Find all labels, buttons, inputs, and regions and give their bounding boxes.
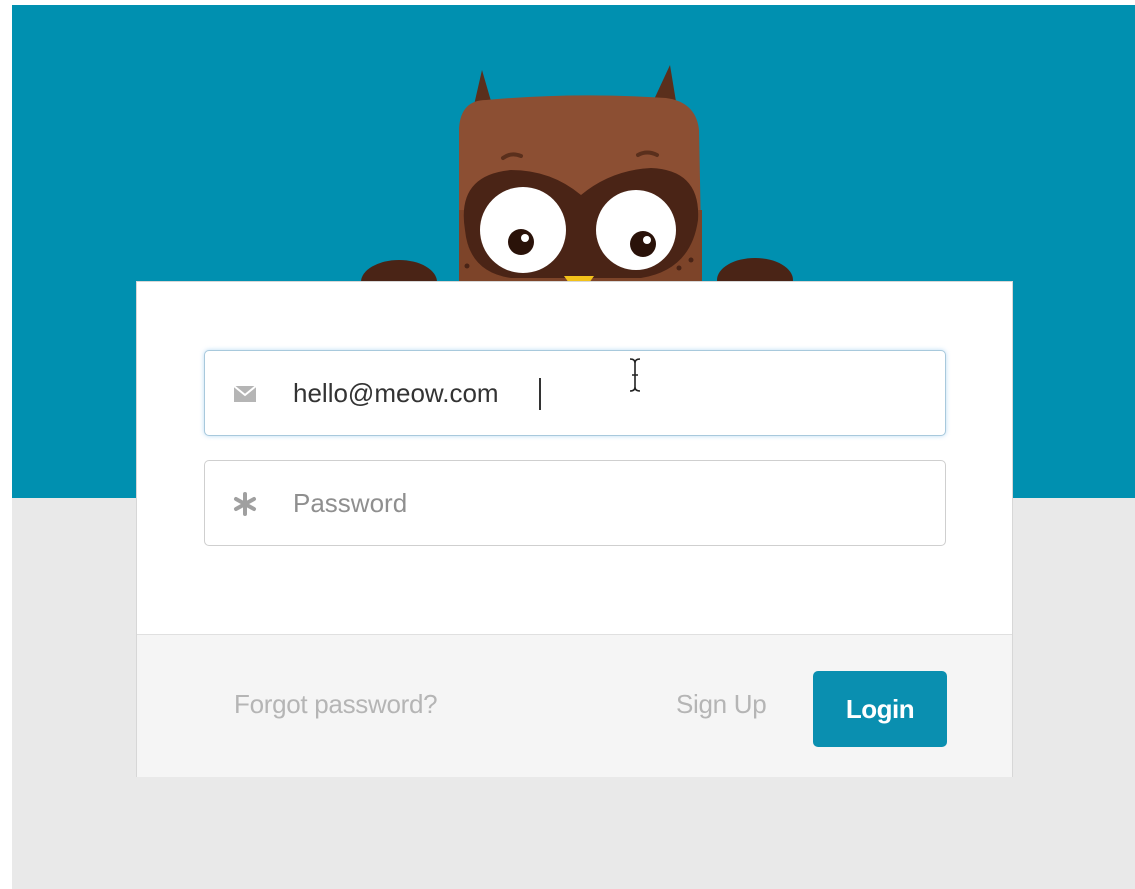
forgot-password-link[interactable]: Forgot password? [234, 689, 438, 720]
asterisk-icon [234, 492, 256, 516]
login-button[interactable]: Login [813, 671, 947, 747]
email-field[interactable] [204, 350, 946, 436]
text-caret [539, 378, 541, 410]
login-card: Forgot password? Sign Up Login [136, 281, 1013, 777]
password-field[interactable] [204, 460, 946, 546]
envelope-icon [233, 385, 257, 402]
card-footer: Forgot password? Sign Up Login [137, 634, 1012, 777]
email-input[interactable] [293, 371, 913, 415]
owl-mascot [361, 65, 793, 304]
ibeam-cursor-icon [629, 358, 641, 392]
sign-up-link[interactable]: Sign Up [676, 689, 767, 720]
password-input[interactable] [293, 481, 913, 525]
login-page: Forgot password? Sign Up Login [12, 5, 1135, 889]
